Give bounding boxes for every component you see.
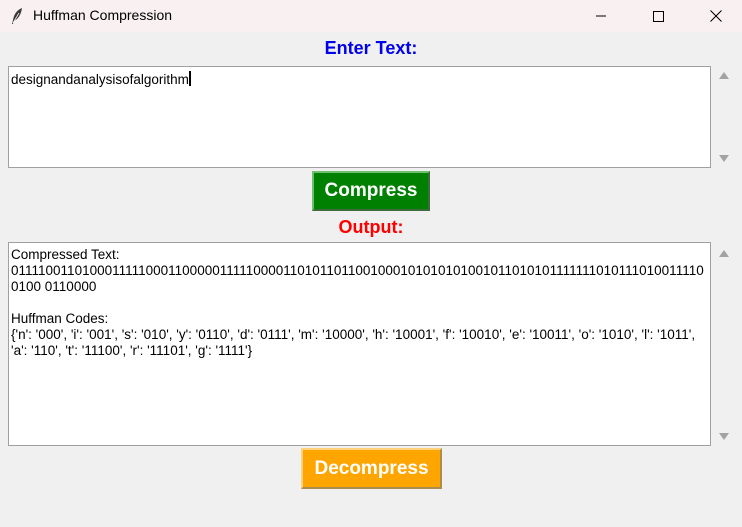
- compress-button[interactable]: Compress: [312, 171, 430, 211]
- text-caret: [188, 71, 191, 86]
- output-scrollbar[interactable]: [713, 242, 735, 446]
- scroll-up-arrow-icon[interactable]: [719, 72, 729, 79]
- window-title: Huffman Compression: [33, 7, 173, 23]
- close-button[interactable]: [693, 0, 739, 32]
- output-label: Output:: [338, 217, 404, 237]
- enter-text-label: Enter Text:: [324, 38, 418, 58]
- output-text-area[interactable]: Compressed Text: 01111001101000111110001…: [8, 242, 711, 446]
- decompress-button[interactable]: Decompress: [301, 448, 442, 489]
- minimize-icon: [596, 15, 606, 17]
- scroll-up-arrow-icon[interactable]: [719, 250, 729, 257]
- text-input[interactable]: designandanalysisofalgorithm: [8, 66, 711, 168]
- input-scrollbar[interactable]: [713, 66, 735, 168]
- title-bar: Huffman Compression: [0, 0, 742, 32]
- maximize-button[interactable]: [635, 0, 681, 32]
- scroll-down-arrow-icon[interactable]: [719, 433, 729, 440]
- close-icon: [710, 10, 722, 22]
- scroll-down-arrow-icon[interactable]: [719, 155, 729, 162]
- feather-icon: [10, 7, 24, 25]
- maximize-icon: [652, 10, 664, 22]
- input-value: designandanalysisofalgorithm: [11, 72, 189, 87]
- minimize-button[interactable]: [578, 0, 624, 32]
